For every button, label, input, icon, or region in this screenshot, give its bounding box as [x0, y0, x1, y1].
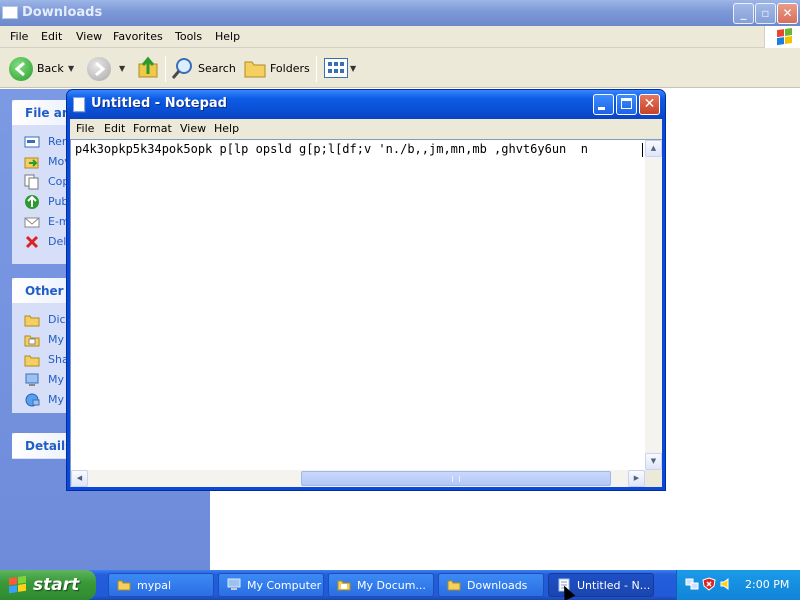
- volume-icon[interactable]: [719, 577, 733, 591]
- np-menu-file[interactable]: File: [76, 122, 94, 135]
- publish-globe-icon: [24, 194, 40, 210]
- toolbar-separator: [316, 56, 317, 82]
- menu-favorites[interactable]: Favorites: [113, 30, 163, 43]
- menu-help[interactable]: Help: [215, 30, 240, 43]
- task-label: My Computer: [247, 579, 322, 592]
- np-menu-edit[interactable]: Edit: [104, 122, 125, 135]
- scrollbar-corner: [645, 470, 662, 487]
- folder-icon: [447, 578, 461, 592]
- folder-icon: [117, 578, 131, 592]
- toolbar-separator: [165, 56, 166, 82]
- explorer-close-button[interactable]: ✕: [777, 3, 798, 24]
- my-documents-icon: [24, 332, 40, 348]
- menu-tools[interactable]: Tools: [175, 30, 202, 43]
- my-computer-icon: [227, 578, 241, 592]
- delete-x-icon: [24, 234, 40, 250]
- task-label: My Docum...: [357, 579, 426, 592]
- place-label: My: [48, 373, 65, 386]
- explorer-minimize-button[interactable]: _: [733, 3, 754, 24]
- folders-button-label[interactable]: Folders: [270, 62, 310, 75]
- system-tray: 2:00 PM: [676, 570, 800, 600]
- forward-history-chevron-icon[interactable]: ▼: [119, 64, 125, 73]
- rename-icon: [24, 134, 40, 150]
- notepad-icon: [73, 97, 85, 112]
- explorer-toolbar: Back ▼ ▼ Search Folders ▼: [0, 48, 800, 88]
- notepad-close-button[interactable]: ✕: [639, 94, 660, 115]
- network-icon[interactable]: [685, 577, 699, 591]
- my-computer-icon: [24, 372, 40, 388]
- explorer-title-bar[interactable]: Downloads _ ▫ ✕: [0, 0, 800, 26]
- search-button-label[interactable]: Search: [198, 62, 236, 75]
- my-documents-icon: [337, 578, 351, 592]
- menu-edit[interactable]: Edit: [41, 30, 62, 43]
- scroll-left-arrow-icon[interactable]: ◀: [71, 470, 88, 487]
- scroll-up-arrow-icon[interactable]: ▲: [645, 140, 662, 157]
- security-shield-icon[interactable]: [702, 577, 716, 591]
- forward-arrow-icon[interactable]: [87, 57, 111, 81]
- clock[interactable]: 2:00 PM: [745, 578, 789, 591]
- np-menu-help[interactable]: Help: [214, 122, 239, 135]
- start-button[interactable]: start: [0, 570, 96, 600]
- notepad-text-area[interactable]: p4k3opkp5k34pok5opk p[lp opsld g[p;l[df;…: [70, 139, 662, 487]
- start-label: start: [33, 575, 80, 595]
- horizontal-scrollbar[interactable]: ◀ ▶: [71, 470, 645, 487]
- folder-icon[interactable]: [243, 57, 267, 79]
- shared-folder-icon: [24, 352, 40, 368]
- up-folder-icon[interactable]: [136, 56, 160, 80]
- place-label: My: [48, 393, 65, 406]
- back-button-label[interactable]: Back: [37, 62, 64, 75]
- task-label: Downloads: [467, 579, 528, 592]
- task-button-my-documents[interactable]: My Docum...: [328, 573, 434, 597]
- folder-window-icon: [2, 6, 18, 19]
- task-label: Untitled - N...: [577, 579, 651, 592]
- windows-logo: [764, 26, 800, 48]
- scroll-right-arrow-icon[interactable]: ▶: [628, 470, 645, 487]
- notepad-menu-bar: File Edit Format View Help: [70, 119, 662, 139]
- magnifier-icon[interactable]: [171, 56, 195, 80]
- menu-file[interactable]: File: [10, 30, 28, 43]
- folder-icon: [24, 312, 40, 328]
- my-network-icon: [24, 392, 40, 408]
- windows-flag-icon: [9, 575, 26, 594]
- explorer-title: Downloads: [22, 5, 103, 20]
- notepad-minimize-button[interactable]: [593, 94, 614, 115]
- move-icon: [24, 154, 40, 170]
- back-history-chevron-icon[interactable]: ▼: [68, 64, 74, 73]
- notepad-maximize-button[interactable]: [616, 94, 637, 115]
- notepad-window: Untitled - Notepad ✕ File Edit Format Vi…: [66, 89, 666, 491]
- task-button-my-computer[interactable]: My Computer: [218, 573, 324, 597]
- notepad-title-bar[interactable]: Untitled - Notepad ✕: [67, 90, 665, 119]
- task-button-mypal[interactable]: mypal: [108, 573, 214, 597]
- np-menu-format[interactable]: Format: [133, 122, 172, 135]
- explorer-menu-bar: File Edit View Favorites Tools Help: [0, 26, 800, 48]
- windows-flag-icon: [777, 28, 793, 46]
- views-chevron-icon[interactable]: ▼: [350, 64, 356, 73]
- copy-icon: [24, 174, 40, 190]
- scroll-down-arrow-icon[interactable]: ▼: [645, 453, 662, 470]
- text-caret: [642, 143, 643, 157]
- task-button-downloads[interactable]: Downloads: [438, 573, 544, 597]
- task-label: mypal: [137, 579, 172, 592]
- notepad-title: Untitled - Notepad: [91, 96, 227, 111]
- explorer-restore-button[interactable]: ▫: [755, 3, 776, 24]
- email-envelope-icon: [24, 214, 40, 230]
- back-arrow-icon[interactable]: [9, 57, 33, 81]
- menu-view[interactable]: View: [76, 30, 102, 43]
- notepad-text-content[interactable]: p4k3opkp5k34pok5opk p[lp opsld g[p;l[df;…: [75, 142, 588, 156]
- np-menu-view[interactable]: View: [180, 122, 206, 135]
- views-grid-icon[interactable]: [324, 58, 348, 78]
- taskbar: start mypal My Computer My Docum... Down…: [0, 570, 800, 600]
- vertical-scrollbar[interactable]: ▲ ▼: [645, 140, 662, 470]
- horizontal-scroll-thumb[interactable]: [301, 471, 611, 486]
- place-label: My: [48, 333, 65, 346]
